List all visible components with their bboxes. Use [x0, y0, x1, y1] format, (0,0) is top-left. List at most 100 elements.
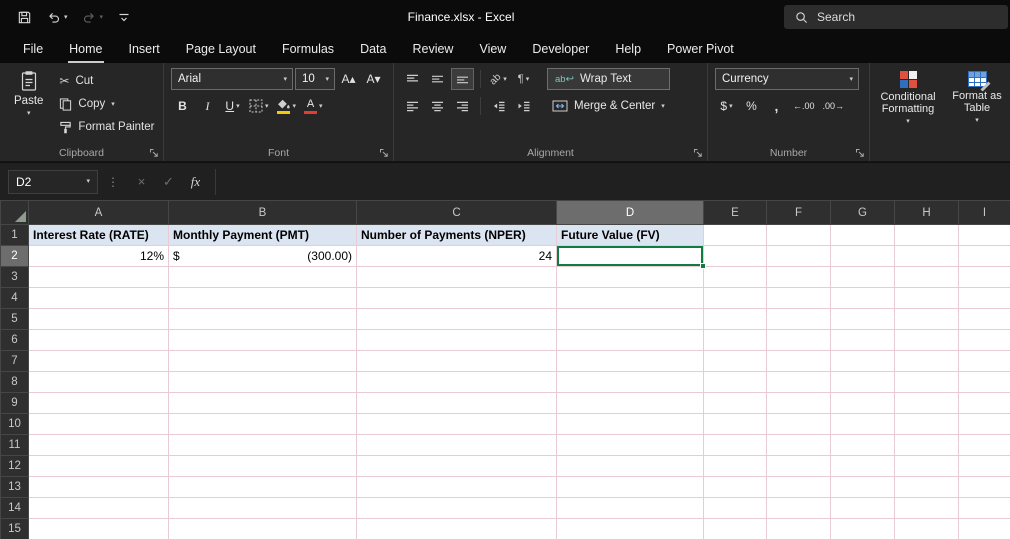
cell-A2[interactable]: 12% — [29, 246, 169, 267]
cell-G14[interactable] — [831, 498, 895, 519]
cell-D4[interactable] — [557, 288, 704, 309]
row-header-14[interactable]: 14 — [1, 498, 29, 519]
cell-F4[interactable] — [767, 288, 831, 309]
alignment-dialog-launcher[interactable] — [691, 146, 705, 159]
cell-C14[interactable] — [357, 498, 557, 519]
align-center-button[interactable] — [426, 95, 449, 117]
cell-D12[interactable] — [557, 456, 704, 477]
cell-C10[interactable] — [357, 414, 557, 435]
cell-B2[interactable]: $(300.00) — [169, 246, 357, 267]
cell-I10[interactable] — [959, 414, 1010, 435]
tab-page-layout[interactable]: Page Layout — [173, 34, 269, 63]
tab-file[interactable]: File — [10, 34, 56, 63]
cell-H5[interactable] — [895, 309, 959, 330]
cell-F3[interactable] — [767, 267, 831, 288]
decrease-indent-button[interactable] — [487, 95, 510, 117]
cell-I15[interactable] — [959, 519, 1010, 539]
cell-A4[interactable] — [29, 288, 169, 309]
tab-review[interactable]: Review — [399, 34, 466, 63]
font-name-select[interactable]: Arial ▾ — [171, 68, 293, 90]
column-header-G[interactable]: G — [831, 201, 895, 225]
cell-G5[interactable] — [831, 309, 895, 330]
cell-I13[interactable] — [959, 477, 1010, 498]
cell-A6[interactable] — [29, 330, 169, 351]
cell-B9[interactable] — [169, 393, 357, 414]
cell-D2[interactable] — [557, 246, 704, 267]
fill-handle[interactable] — [700, 263, 706, 269]
cell-D1[interactable]: Future Value (FV) — [557, 225, 704, 246]
cell-C13[interactable] — [357, 477, 557, 498]
cell-B13[interactable] — [169, 477, 357, 498]
cell-B14[interactable] — [169, 498, 357, 519]
cell-I6[interactable] — [959, 330, 1010, 351]
name-box[interactable]: D2 ▾ — [8, 170, 98, 194]
row-header-2[interactable]: 2 — [1, 246, 29, 267]
row-header-7[interactable]: 7 — [1, 351, 29, 372]
cell-G4[interactable] — [831, 288, 895, 309]
insert-function-button[interactable]: fx — [182, 170, 209, 194]
cell-A10[interactable] — [29, 414, 169, 435]
column-header-C[interactable]: C — [357, 201, 557, 225]
cell-E9[interactable] — [704, 393, 767, 414]
cell-F12[interactable] — [767, 456, 831, 477]
orientation-button[interactable]: ab ▾ — [487, 68, 510, 90]
cell-A1[interactable]: Interest Rate (RATE) — [29, 225, 169, 246]
cell-D13[interactable] — [557, 477, 704, 498]
percent-style-button[interactable]: % — [740, 95, 763, 117]
cell-C11[interactable] — [357, 435, 557, 456]
cell-G6[interactable] — [831, 330, 895, 351]
cell-B12[interactable] — [169, 456, 357, 477]
cell-E2[interactable] — [704, 246, 767, 267]
cell-G7[interactable] — [831, 351, 895, 372]
column-header-H[interactable]: H — [895, 201, 959, 225]
font-dialog-launcher[interactable] — [377, 146, 391, 159]
cell-F13[interactable] — [767, 477, 831, 498]
cell-F2[interactable] — [767, 246, 831, 267]
cell-I12[interactable] — [959, 456, 1010, 477]
cell-E12[interactable] — [704, 456, 767, 477]
accounting-format-button[interactable]: $ ▾ — [715, 95, 738, 117]
cell-I1[interactable] — [959, 225, 1010, 246]
cell-E1[interactable] — [704, 225, 767, 246]
cell-B8[interactable] — [169, 372, 357, 393]
conditional-formatting-button[interactable]: Conditional Formatting ▾ — [876, 68, 940, 125]
cell-F8[interactable] — [767, 372, 831, 393]
number-dialog-launcher[interactable] — [853, 146, 867, 159]
enter-icon[interactable]: ✓ — [155, 170, 182, 194]
cell-A13[interactable] — [29, 477, 169, 498]
cell-A3[interactable] — [29, 267, 169, 288]
increase-decimal-button[interactable]: ←.00 — [790, 95, 818, 117]
cell-E15[interactable] — [704, 519, 767, 539]
row-header-12[interactable]: 12 — [1, 456, 29, 477]
cell-A7[interactable] — [29, 351, 169, 372]
row-header-5[interactable]: 5 — [1, 309, 29, 330]
text-direction-button[interactable]: ¶ ▾ — [512, 68, 535, 90]
cell-E10[interactable] — [704, 414, 767, 435]
cell-D6[interactable] — [557, 330, 704, 351]
tab-view[interactable]: View — [466, 34, 519, 63]
copy-button[interactable]: Copy ▾ — [55, 94, 118, 114]
redo-button[interactable]: ▾ — [75, 4, 111, 30]
cell-G10[interactable] — [831, 414, 895, 435]
cell-H10[interactable] — [895, 414, 959, 435]
column-header-I[interactable]: I — [959, 201, 1010, 225]
cell-F1[interactable] — [767, 225, 831, 246]
row-header-6[interactable]: 6 — [1, 330, 29, 351]
cell-I4[interactable] — [959, 288, 1010, 309]
cell-B4[interactable] — [169, 288, 357, 309]
clipboard-dialog-launcher[interactable] — [147, 146, 161, 159]
increase-font-size-button[interactable]: A▴ — [337, 68, 360, 90]
cell-H15[interactable] — [895, 519, 959, 539]
cell-C3[interactable] — [357, 267, 557, 288]
cell-A5[interactable] — [29, 309, 169, 330]
cell-H12[interactable] — [895, 456, 959, 477]
cell-F10[interactable] — [767, 414, 831, 435]
row-header-4[interactable]: 4 — [1, 288, 29, 309]
row-header-15[interactable]: 15 — [1, 519, 29, 539]
cell-H14[interactable] — [895, 498, 959, 519]
cell-G9[interactable] — [831, 393, 895, 414]
cell-D7[interactable] — [557, 351, 704, 372]
tab-insert[interactable]: Insert — [116, 34, 173, 63]
underline-button[interactable]: U ▾ — [221, 95, 244, 117]
cell-F14[interactable] — [767, 498, 831, 519]
